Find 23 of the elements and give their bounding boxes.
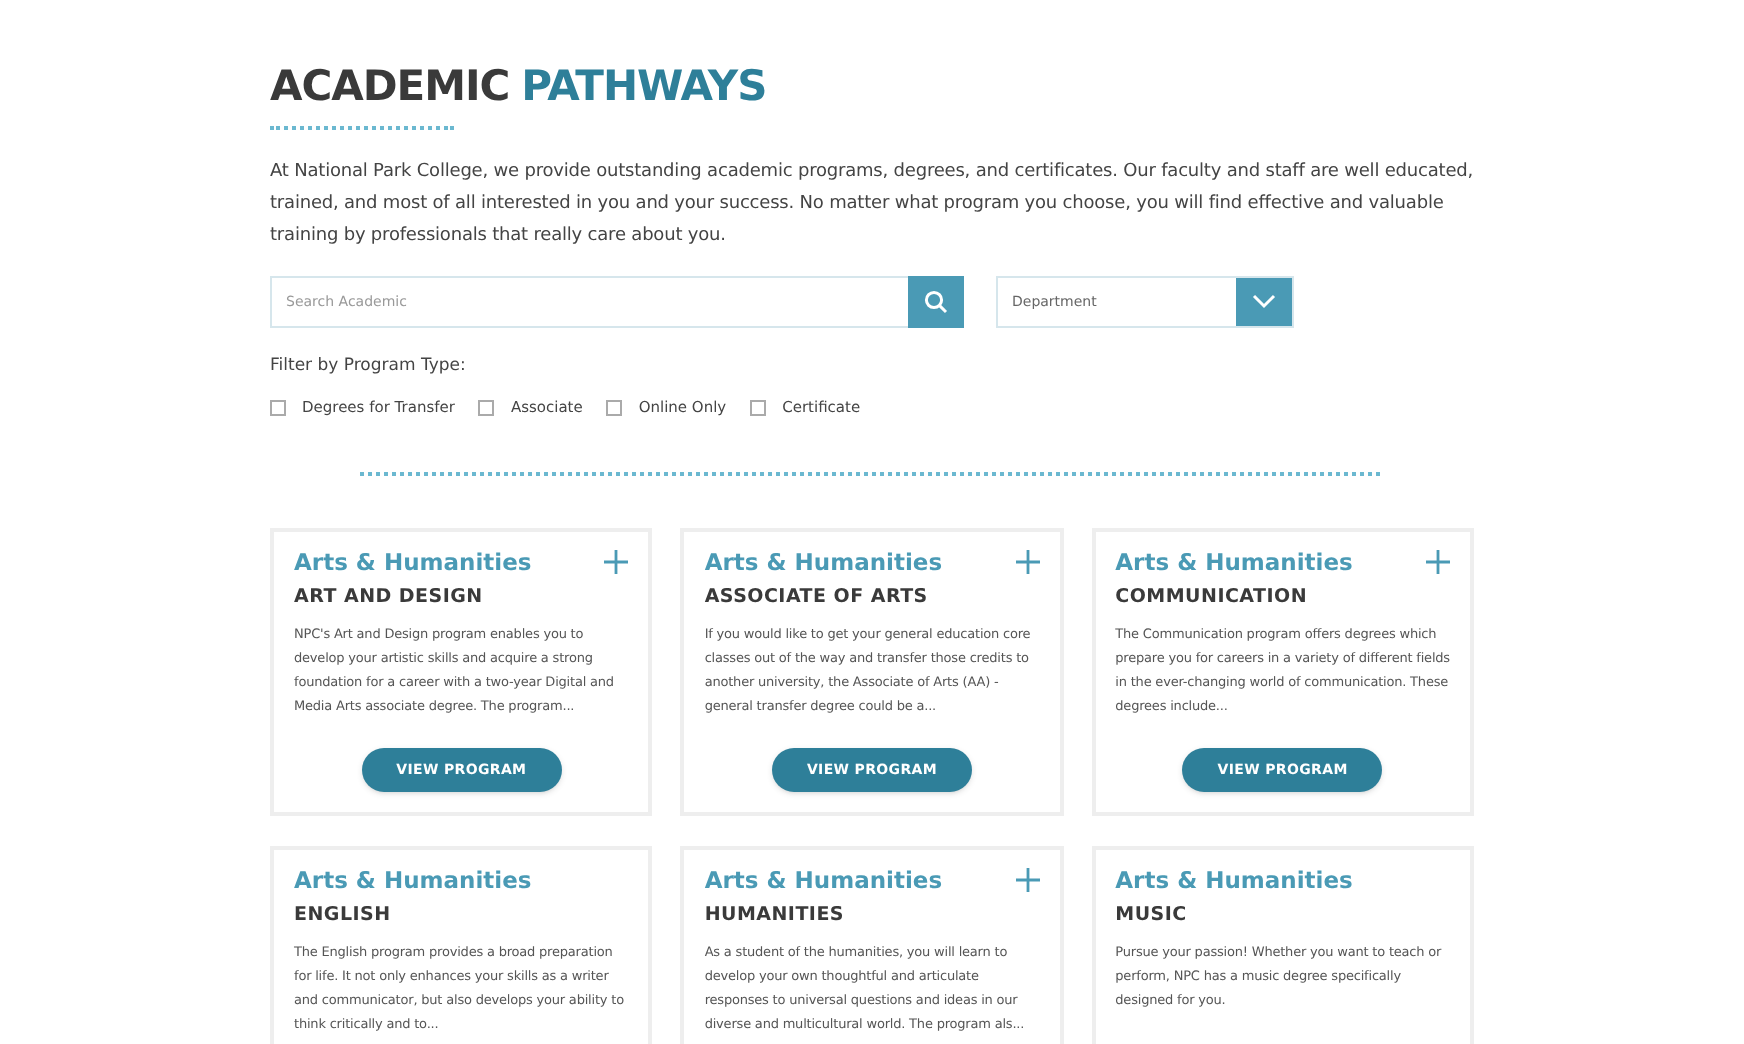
heading-accent-text: PATHWAYS	[521, 62, 767, 110]
program-title: COMMUNICATION	[1115, 584, 1310, 613]
program-title: ART AND DESIGN	[294, 584, 485, 613]
program-title: ASSOCIATE OF ARTS	[704, 584, 930, 613]
program-category: Arts & Humanities	[704, 864, 943, 897]
program-category: Arts & Humanities	[1115, 546, 1353, 579]
program-title: ENGLISH	[294, 902, 393, 931]
program-category: Arts & Humanities	[294, 546, 532, 579]
plus-icon[interactable]	[1015, 868, 1040, 893]
search-icon	[924, 290, 948, 314]
program-title: MUSIC	[1115, 902, 1189, 931]
plus-icon[interactable]	[604, 550, 629, 575]
heading-text: ACADEMIC	[270, 62, 510, 110]
search-button[interactable]	[908, 276, 964, 328]
program-category: Arts & Humanities	[1115, 864, 1353, 897]
plus-icon[interactable]	[1425, 550, 1450, 575]
filter-label: Filter by Program Type:	[270, 354, 466, 378]
program-category: Arts & Humanities	[704, 546, 943, 579]
chevron-down-icon	[1252, 294, 1276, 310]
program-title: HUMANITIES	[704, 902, 847, 931]
plus-icon[interactable]	[1015, 550, 1040, 575]
program-category: Arts & Humanities	[294, 864, 532, 897]
intro-paragraph: At National Park College, we provide outstanding academic programs, degrees, and certificates. Our faculty and staff are well educated, trained, and most of all interested in you and your success. No matter what program you choose, you will find effective and valuable training by professionals that really care about you.	[270, 160, 1474, 250]
